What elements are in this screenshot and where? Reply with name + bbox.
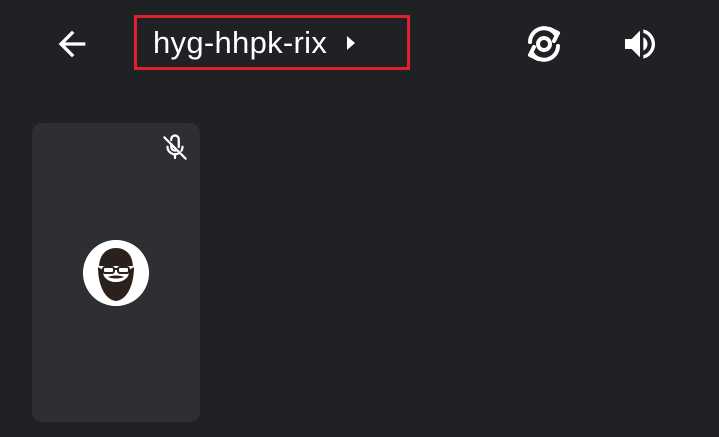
volume-button[interactable] — [616, 20, 664, 68]
back-button[interactable] — [50, 22, 94, 66]
meeting-code: hyg-hhpk-rix — [153, 24, 328, 60]
volume-up-icon — [625, 29, 655, 59]
top-bar: hyg-hhpk-rix — [0, 0, 719, 86]
bearded-man-avatar — [83, 240, 149, 306]
meet-call-screen: hyg-hhpk-rix — [0, 0, 719, 437]
meeting-code-button[interactable]: hyg-hhpk-rix — [134, 15, 410, 70]
caret-right-icon — [345, 34, 357, 52]
participant-tile[interactable] — [32, 123, 200, 422]
avatar — [83, 240, 149, 306]
switch-camera-button[interactable] — [520, 20, 568, 68]
arrow-back-icon — [58, 30, 86, 58]
mic-off-icon — [163, 134, 187, 160]
switch-camera-icon — [528, 26, 560, 62]
